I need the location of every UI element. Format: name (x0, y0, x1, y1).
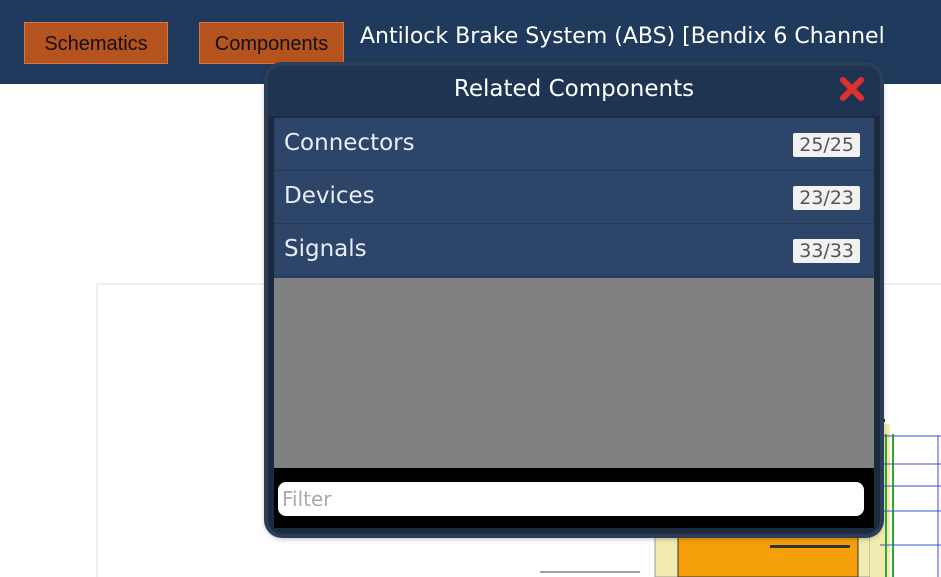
components-button[interactable]: Components (199, 22, 344, 64)
dialog-title: Related Components (453, 76, 695, 102)
list-item-label: Connectors (284, 130, 415, 156)
list-item-label: Signals (284, 236, 367, 262)
schematic-label-mark (770, 545, 850, 548)
related-components-dialog: Related Components Connectors 25/25 Devi… (268, 66, 880, 534)
component-list: Connectors 25/25 Devices 23/23 Signals 3… (274, 118, 874, 278)
list-item-signals[interactable]: Signals 33/33 (274, 224, 874, 277)
count-badge: 25/25 (793, 133, 860, 157)
filter-bar (274, 468, 874, 528)
list-item-connectors[interactable]: Connectors 25/25 (274, 118, 874, 171)
count-badge: 23/23 (793, 186, 860, 210)
close-icon[interactable] (838, 75, 866, 103)
schematic-block-orange (677, 533, 859, 577)
dialog-header: Related Components (268, 66, 880, 116)
details-area (274, 278, 874, 468)
count-badge: 33/33 (793, 239, 860, 263)
filter-input[interactable] (278, 482, 864, 516)
schematics-button[interactable]: Schematics (24, 22, 168, 64)
document-title: Antilock Brake System (ABS) [Bendix 6 Ch… (360, 24, 885, 49)
list-item-label: Devices (284, 183, 375, 209)
list-item-devices[interactable]: Devices 23/23 (274, 171, 874, 224)
